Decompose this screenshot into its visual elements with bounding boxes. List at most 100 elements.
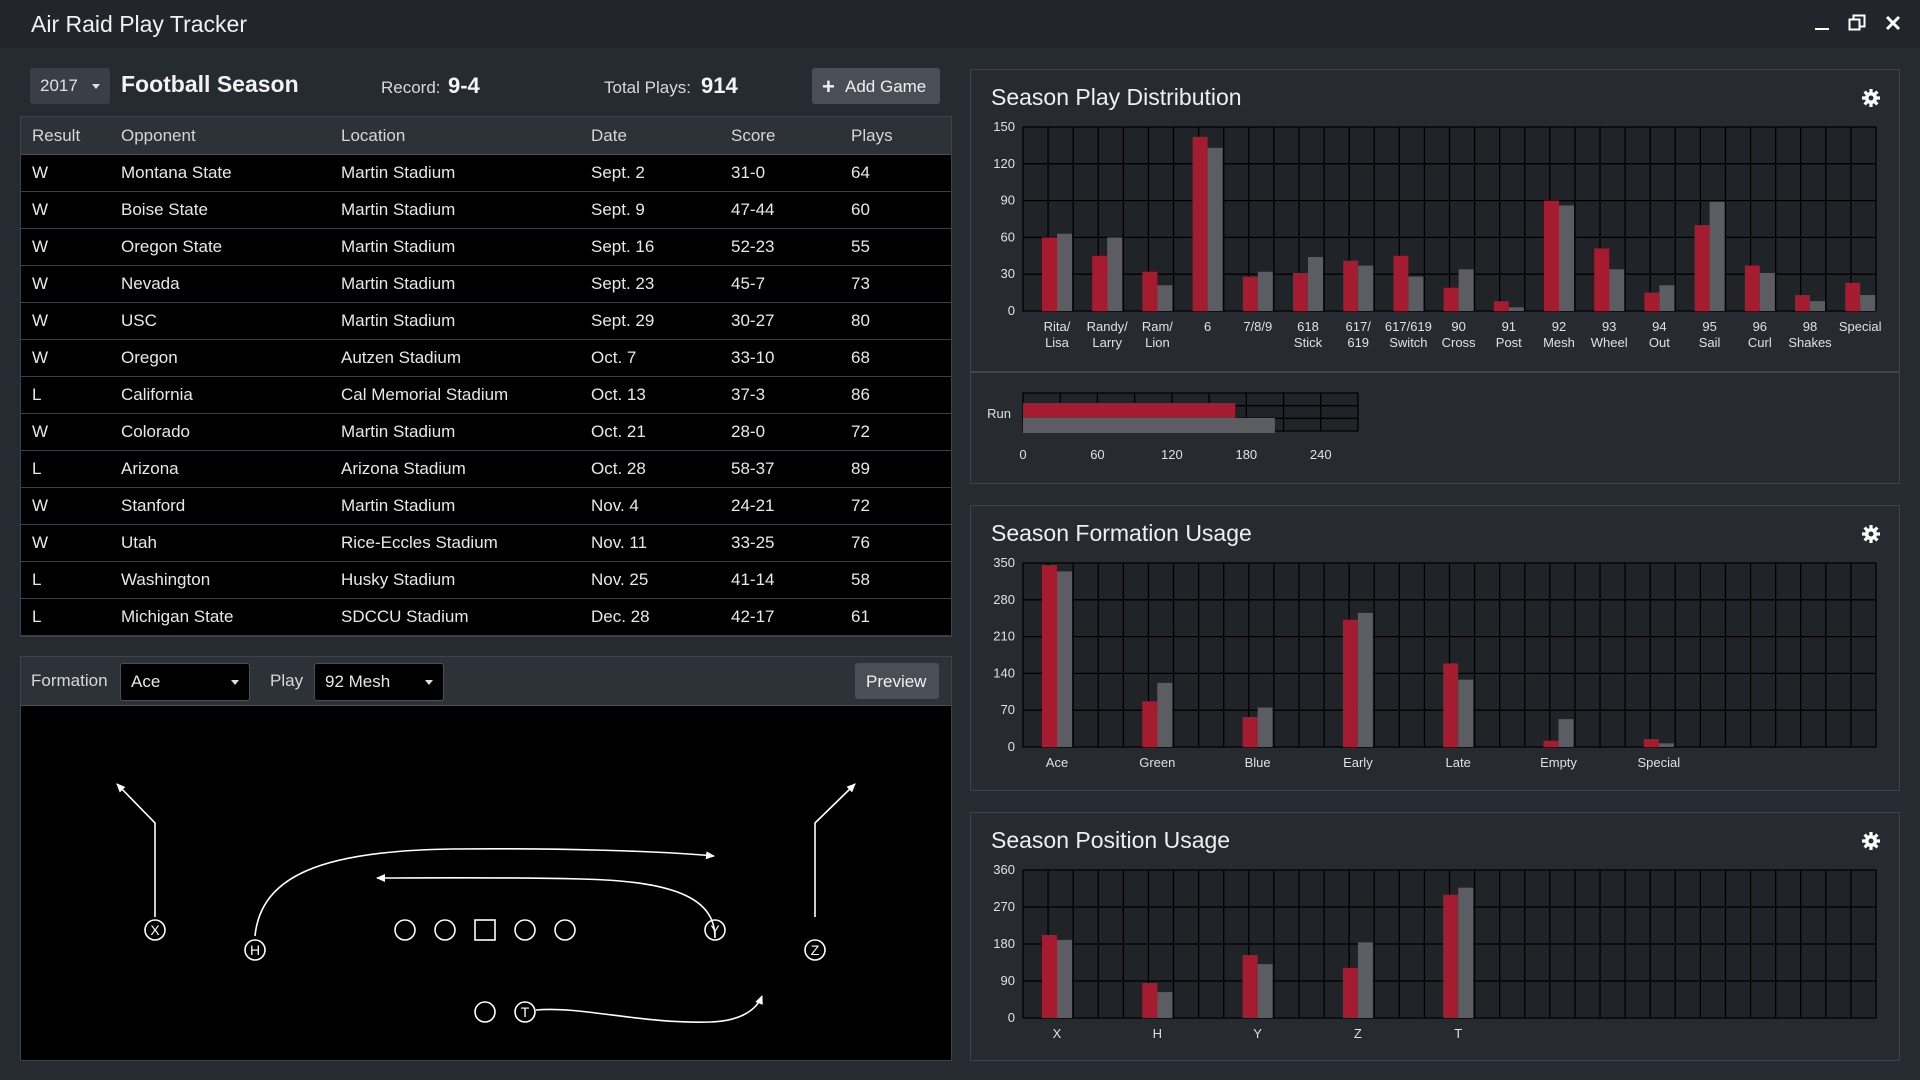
- bar: [1293, 272, 1308, 311]
- position-usage-chart: 0 90 180 270 360 X H Y Z T: [993, 862, 1877, 1041]
- x-tick-label: Special: [1839, 319, 1882, 334]
- cell-date: Sept. 2: [591, 163, 645, 182]
- cell-score: 33-10: [731, 348, 775, 367]
- minimize-icon[interactable]: [1809, 10, 1835, 36]
- play-dropdown[interactable]: 92 Mesh: [314, 663, 444, 701]
- column-header-location[interactable]: Location: [341, 126, 405, 146]
- table-row[interactable]: W Oregon Autzen Stadium Oct. 7 33-10 68: [21, 340, 951, 377]
- add-game-button[interactable]: + Add Game: [812, 68, 940, 104]
- caret-down-icon: [425, 680, 433, 685]
- play-viewer: Formation Ace Play 92 Mesh Preview X H Y…: [20, 656, 952, 1061]
- bar: [1057, 939, 1072, 1018]
- table-row[interactable]: W Utah Rice-Eccles Stadium Nov. 11 33-25 76: [21, 525, 951, 562]
- cell-score: 37-3: [731, 385, 766, 404]
- bar: [1458, 269, 1474, 311]
- cell-plays: 89: [851, 459, 870, 478]
- column-header-score[interactable]: Score: [731, 126, 775, 146]
- y-tick-label: 270: [993, 899, 1015, 914]
- bar: [1644, 292, 1660, 311]
- y-tick-label: 60: [1001, 229, 1015, 244]
- column-header-plays[interactable]: Plays: [851, 126, 893, 146]
- x-tick-label: Z: [1354, 1026, 1362, 1041]
- bar: [1142, 983, 1158, 1018]
- caret-down-icon: [231, 680, 239, 685]
- cell-date: Nov. 4: [591, 496, 639, 515]
- cell-result: L: [32, 570, 42, 589]
- close-icon[interactable]: [1880, 10, 1906, 36]
- y-tick-label: Run: [987, 406, 1011, 421]
- title-bar: Air Raid Play Tracker: [0, 0, 1920, 48]
- preview-label: Preview: [866, 672, 927, 691]
- cell-location: Arizona Stadium: [341, 459, 466, 478]
- cell-location: Cal Memorial Stadium: [341, 385, 509, 404]
- table-row[interactable]: W Nevada Martin Stadium Sept. 23 45-7 73: [21, 266, 951, 303]
- svg-text:T: T: [521, 1004, 530, 1020]
- cell-location: Autzen Stadium: [341, 348, 462, 367]
- x-tick-label: 0: [1019, 447, 1026, 462]
- column-header-result[interactable]: Result: [32, 126, 80, 146]
- formation-dropdown[interactable]: Ace: [120, 663, 250, 701]
- cell-date: Oct. 21: [591, 422, 646, 441]
- cell-date: Oct. 28: [591, 459, 646, 478]
- bar: [1744, 265, 1760, 311]
- caret-down-icon: [92, 84, 100, 89]
- record-label: Record:: [381, 78, 441, 97]
- table-row[interactable]: W Oregon State Martin Stadium Sept. 16 52-23…: [21, 229, 951, 266]
- preview-button[interactable]: Preview: [855, 663, 939, 699]
- x-tick-label: Early: [1343, 755, 1373, 770]
- bar: [1157, 682, 1173, 747]
- bar: [1023, 403, 1236, 418]
- table-row[interactable]: W Boise State Martin Stadium Sept. 9 47-44 60: [21, 192, 951, 229]
- x-tick-label: T: [1454, 1026, 1462, 1041]
- svg-text:X: X: [150, 922, 160, 938]
- bar: [1023, 418, 1275, 433]
- cell-plays: 64: [851, 163, 870, 182]
- bar: [1594, 248, 1610, 311]
- cell-location: Martin Stadium: [341, 200, 456, 219]
- cell-result: L: [32, 459, 42, 478]
- cell-score: 41-14: [731, 570, 775, 589]
- table-row[interactable]: L California Cal Memorial Stadium Oct. 13 37…: [21, 377, 951, 414]
- cell-plays: 72: [851, 496, 870, 515]
- table-row[interactable]: L Arizona Arizona Stadium Oct. 28 58-37 89: [21, 451, 951, 488]
- bar: [1357, 612, 1373, 747]
- cell-score: 33-25: [731, 533, 775, 552]
- bar: [1207, 147, 1223, 311]
- player-h: H: [244, 939, 266, 961]
- bar: [1242, 276, 1258, 311]
- bar: [1242, 717, 1258, 747]
- table-row[interactable]: L Michigan State SDCCU Stadium Dec. 28 42-17…: [21, 599, 951, 636]
- table-row[interactable]: W Stanford Martin Stadium Nov. 4 24-21 72: [21, 488, 951, 525]
- cell-date: Dec. 28: [591, 607, 650, 626]
- bar: [1458, 679, 1474, 747]
- cell-result: W: [32, 163, 49, 182]
- table-row[interactable]: W USC Martin Stadium Sept. 29 30-27 80: [21, 303, 951, 340]
- svg-text:H: H: [250, 942, 260, 958]
- y-tick-label: 360: [993, 862, 1015, 877]
- column-header-opponent[interactable]: Opponent: [121, 126, 196, 146]
- x-tick-label: Empty: [1540, 755, 1577, 770]
- x-tick-label: 617/619: [1346, 319, 1372, 350]
- games-table: Result Opponent Location Date Score Play…: [20, 116, 952, 637]
- x-tick-label: 617/619 Switch: [1385, 319, 1432, 350]
- cell-plays: 72: [851, 422, 870, 441]
- table-row[interactable]: W Colorado Martin Stadium Oct. 21 28-0 72: [21, 414, 951, 451]
- cell-plays: 68: [851, 348, 870, 367]
- column-header-date[interactable]: Date: [591, 126, 627, 146]
- x-tick-label: 120: [1161, 447, 1183, 462]
- center: [474, 919, 496, 941]
- x-tick-label: Randy/Larry: [1087, 319, 1129, 350]
- table-row[interactable]: W Montana State Martin Stadium Sept. 2 31-0 6…: [21, 155, 951, 192]
- x-tick-label: 7/8/9: [1243, 319, 1272, 334]
- restore-icon[interactable]: [1844, 10, 1870, 36]
- bar: [1759, 272, 1775, 311]
- route-x: [116, 783, 156, 917]
- x-tick-label: H: [1153, 1026, 1162, 1041]
- season-year-value: 2017: [40, 76, 78, 95]
- table-row[interactable]: L Washington Husky Stadium Nov. 25 41-14 58: [21, 562, 951, 599]
- x-tick-label: Ram/Lion: [1142, 319, 1173, 350]
- cell-location: Martin Stadium: [341, 274, 456, 293]
- cell-location: Husky Stadium: [341, 570, 456, 589]
- season-year-dropdown[interactable]: 2017: [30, 68, 110, 104]
- bar: [1543, 740, 1559, 747]
